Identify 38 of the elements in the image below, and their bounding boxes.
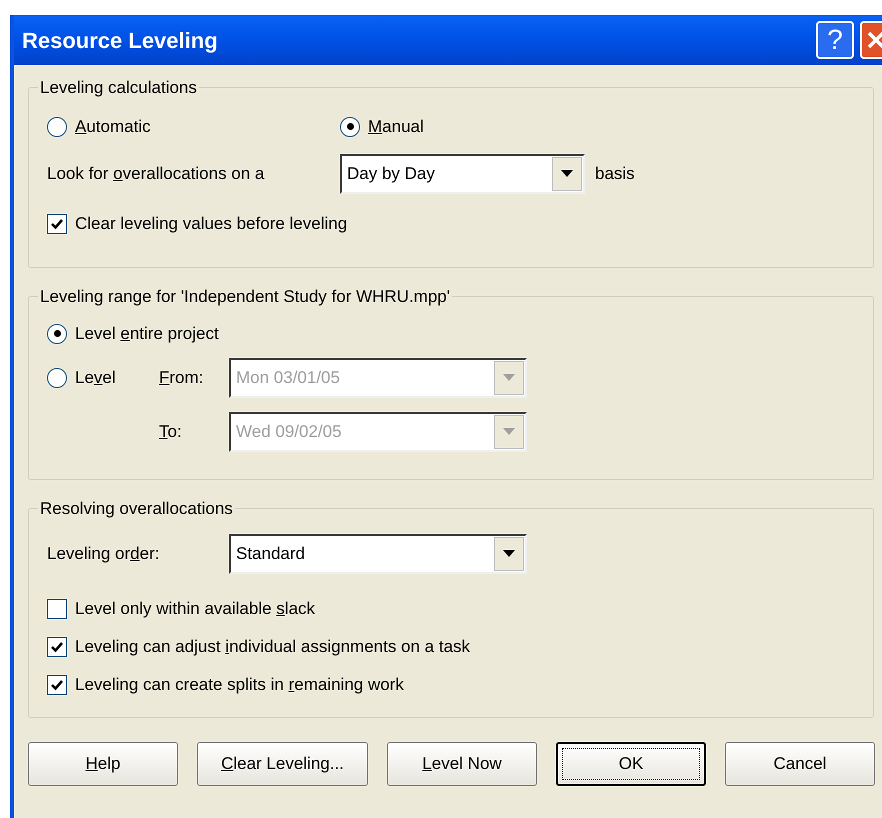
radio-label: Automatic (75, 116, 151, 138)
group-title: Leveling range for 'Independent Study for WHRU.mpp' (39, 286, 451, 308)
checkbox-label: Clear leveling values before leveling (75, 212, 348, 235)
checkbox-label: Level only within available slack (75, 598, 316, 620)
dialog-button[interactable]: Clear Leveling... (197, 742, 368, 786)
radio-button[interactable] (47, 116, 67, 136)
radio-label: Level (75, 366, 116, 389)
radio-button[interactable] (340, 116, 360, 136)
checkmark-icon (50, 216, 64, 230)
help-button[interactable]: ? (816, 21, 854, 59)
radio-button[interactable] (47, 324, 67, 344)
radio-button[interactable] (47, 368, 67, 388)
radio-label: Level entire project (75, 322, 219, 345)
checkmark-icon (50, 640, 64, 654)
group-title: Leveling calculations (39, 77, 198, 99)
dialog-button[interactable]: Cancel (725, 742, 875, 786)
field-label: To: (159, 420, 183, 443)
field-label: Leveling order: (47, 542, 160, 565)
field-label: From: (159, 366, 204, 389)
checkbox[interactable] (47, 214, 67, 234)
field-label: Look for overallocations on a (47, 162, 266, 185)
field-suffix: basis (595, 162, 635, 185)
close-icon (866, 30, 882, 50)
checkbox[interactable] (47, 674, 67, 694)
dialog-button[interactable]: OK (556, 742, 706, 786)
dialog-button[interactable]: Level Now (387, 742, 537, 786)
group-title: Resolving overallocations (39, 498, 234, 520)
checkmark-icon (50, 678, 64, 692)
dropdown-field[interactable]: Day by Day (340, 154, 585, 194)
checkbox[interactable] (47, 598, 67, 618)
checkbox-label: Leveling can adjust individual assignments on a task (75, 636, 470, 658)
window-title: Resource Leveling (22, 26, 219, 55)
checkbox[interactable] (47, 636, 67, 656)
radio-label: Manual (368, 116, 424, 138)
checkbox-label: Leveling can create splits in remaining work (75, 674, 404, 696)
dialog-button[interactable]: Help (28, 742, 178, 786)
close-button[interactable] (860, 21, 882, 59)
dropdown-field[interactable]: Standard (229, 534, 527, 574)
